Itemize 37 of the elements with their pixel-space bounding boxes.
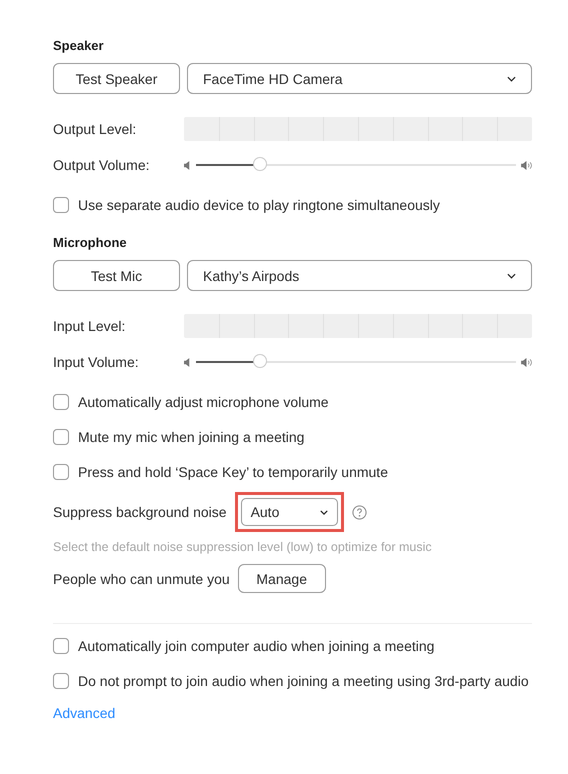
noise-label: Suppress background noise (53, 504, 227, 520)
speaker-low-icon (184, 358, 191, 366)
help-icon[interactable] (352, 504, 367, 520)
slider-thumb[interactable] (253, 157, 267, 171)
checkbox-label: Do not prompt to join audio when joining a meeting using 3rd-party audio (78, 673, 529, 689)
manage-button[interactable]: Manage (238, 564, 326, 593)
checkbox[interactable] (53, 673, 69, 689)
chevron-icon (320, 510, 328, 514)
checkbox-label: Press and hold ‘Space Key’ to temporarily unmute (78, 464, 388, 480)
noise-dropdown[interactable]: Auto (240, 498, 338, 526)
checkbox-label: Automatically adjust microphone volume (78, 394, 329, 410)
volume-label: Input Volume: (53, 354, 140, 370)
chevron-icon (507, 76, 516, 82)
checkbox[interactable] (53, 638, 69, 654)
speaker-high-icon (521, 160, 532, 170)
level-label: Input Level: (53, 318, 126, 334)
slider-thumb[interactable] (253, 354, 267, 368)
checkbox-label: Use separate audio device to play ringtone simultaneously (78, 197, 440, 213)
chevron-icon (507, 272, 516, 278)
section-heading: Speaker (53, 38, 105, 53)
checkbox[interactable] (53, 394, 69, 410)
checkbox[interactable] (53, 197, 69, 213)
device-dropdown[interactable]: FaceTime HD Camera (187, 63, 532, 94)
volume-label: Output Volume: (53, 157, 151, 173)
hint-text: Select the default noise suppression level (low) to optimize for music (53, 540, 433, 554)
level-label: Output Level: (53, 121, 138, 137)
test-button[interactable]: Test Speaker (53, 63, 180, 94)
speaker-low-icon (184, 160, 191, 170)
test-button[interactable]: Test Mic (53, 260, 180, 291)
checkbox-label: Mute my mic when joining a meeting (78, 429, 304, 445)
checkbox[interactable] (53, 464, 69, 480)
speaker-high-icon (521, 358, 532, 366)
unmute-label: People who can unmute you (53, 570, 230, 586)
section-heading: Microphone (53, 235, 128, 250)
checkbox[interactable] (53, 429, 69, 445)
device-dropdown[interactable]: Kathy’s Airpods (187, 260, 532, 291)
checkbox-label: Automatically join computer audio when joining a meeting (78, 638, 434, 654)
